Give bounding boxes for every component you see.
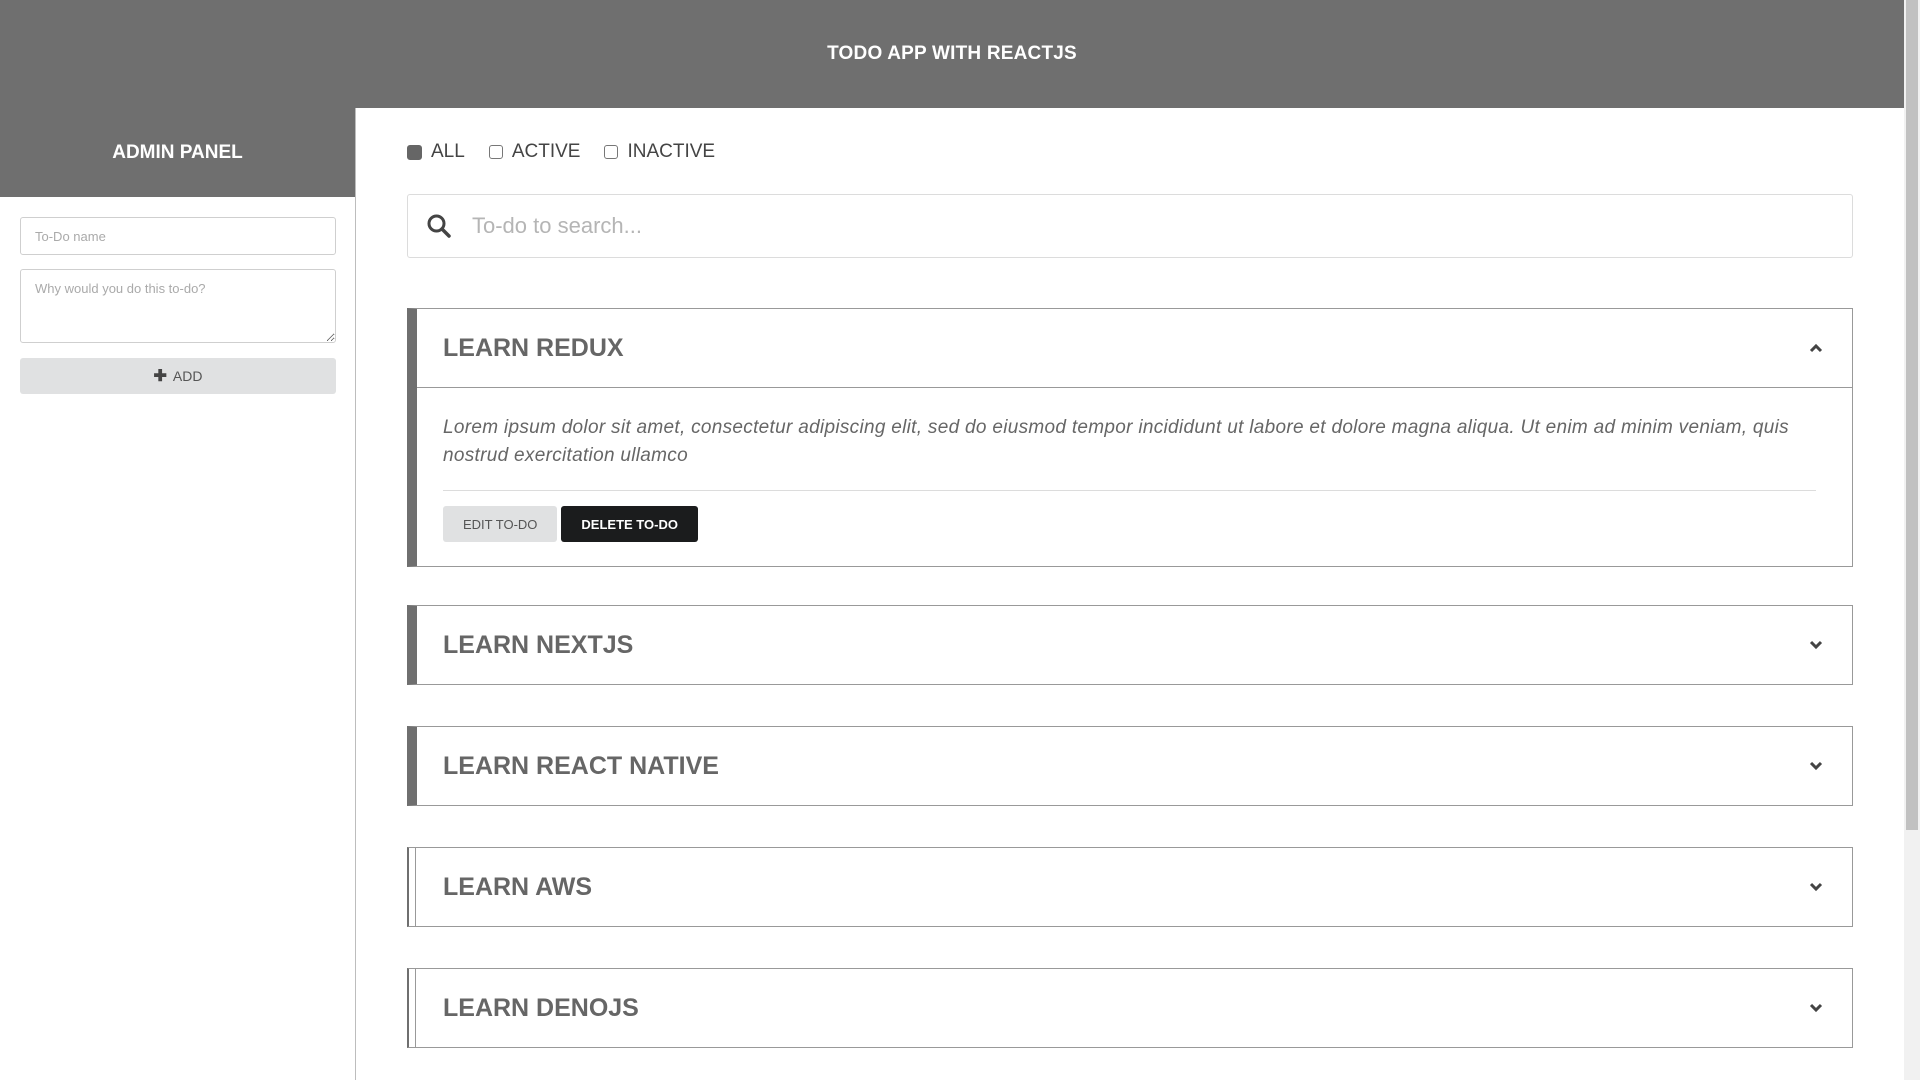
chevron-down-icon[interactable]	[1808, 879, 1824, 895]
search-icon	[426, 213, 456, 239]
admin-sidebar: ADMIN PANEL ✚ ADD	[0, 108, 356, 1080]
filter-all-checkbox[interactable]	[407, 144, 422, 160]
filter-active-checkbox[interactable]	[488, 145, 503, 159]
todo-title: LEARN NEXTJS	[443, 630, 634, 659]
sidebar-header: ADMIN PANEL	[0, 108, 355, 197]
edit-todo-button[interactable]: EDIT TO-DO	[443, 506, 558, 542]
filter-active[interactable]: ACTIVE	[488, 141, 581, 163]
filter-inactive-checkbox[interactable]	[604, 145, 619, 159]
todo-title: LEARN REDUX	[443, 333, 624, 362]
chevron-down-icon[interactable]	[1808, 758, 1824, 774]
todo-title: LEARN DENOJS	[443, 993, 639, 1022]
todo-body: Lorem ipsum dolor sit amet, consectetur …	[417, 387, 1852, 566]
todo-description: Lorem ipsum dolor sit amet, consectetur …	[443, 414, 1816, 491]
filter-active-label: ACTIVE	[511, 141, 581, 162]
todo-title: LEARN AWS	[443, 872, 593, 901]
todo-header[interactable]: LEARN AWS	[409, 848, 1852, 926]
plus-icon: ✚	[153, 368, 167, 385]
todo-header[interactable]: LEARN REACT NATIVE	[417, 727, 1852, 805]
filter-inactive[interactable]: INACTIVE	[604, 141, 715, 163]
todo-card: LEARN NEXTJS	[407, 605, 1853, 685]
scrollbar-thumb[interactable]	[1906, 0, 1918, 830]
chevron-up-icon[interactable]	[1808, 340, 1824, 356]
add-todo-button[interactable]: ✚ ADD	[20, 358, 336, 394]
todo-card: LEARN REDUX Lorem ipsum dolor sit amet, …	[407, 308, 1853, 567]
todo-card: LEARN AWS	[407, 847, 1853, 927]
delete-todo-button[interactable]: DELETE TO-DO	[561, 506, 698, 542]
todo-card: LEARN REACT NATIVE	[407, 726, 1853, 806]
todo-header[interactable]: LEARN REDUX	[417, 309, 1852, 387]
add-button-label: ADD	[172, 368, 203, 384]
app-title: TODO APP WITH REACTJS	[827, 43, 1077, 64]
todo-card: LEARN DENOJS	[407, 968, 1853, 1048]
todo-header[interactable]: LEARN NEXTJS	[417, 606, 1852, 684]
sidebar-title: ADMIN PANEL	[112, 141, 243, 163]
main-content: ALL ACTIVE INACTIVE LEARN REDUX Lorem	[357, 108, 1904, 1080]
todo-header[interactable]: LEARN DENOJS	[409, 969, 1852, 1047]
chevron-down-icon[interactable]	[1808, 637, 1824, 653]
search-box[interactable]	[407, 194, 1853, 258]
filter-all-label: ALL	[431, 141, 465, 162]
filter-inactive-label: INACTIVE	[627, 141, 716, 162]
todo-name-input[interactable]	[20, 217, 336, 255]
todo-actions: EDIT TO-DO DELETE TO-DO	[443, 506, 1816, 542]
filter-all[interactable]: ALL	[407, 141, 465, 163]
top-header: TODO APP WITH REACTJS	[0, 0, 1904, 108]
search-input[interactable]	[472, 213, 1772, 239]
todo-title: LEARN REACT NATIVE	[443, 751, 719, 780]
page-scrollbar[interactable]	[1904, 0, 1920, 1080]
chevron-down-icon[interactable]	[1808, 1000, 1824, 1016]
status-filters: ALL ACTIVE INACTIVE	[407, 141, 739, 163]
todo-reason-textarea[interactable]	[20, 269, 336, 343]
